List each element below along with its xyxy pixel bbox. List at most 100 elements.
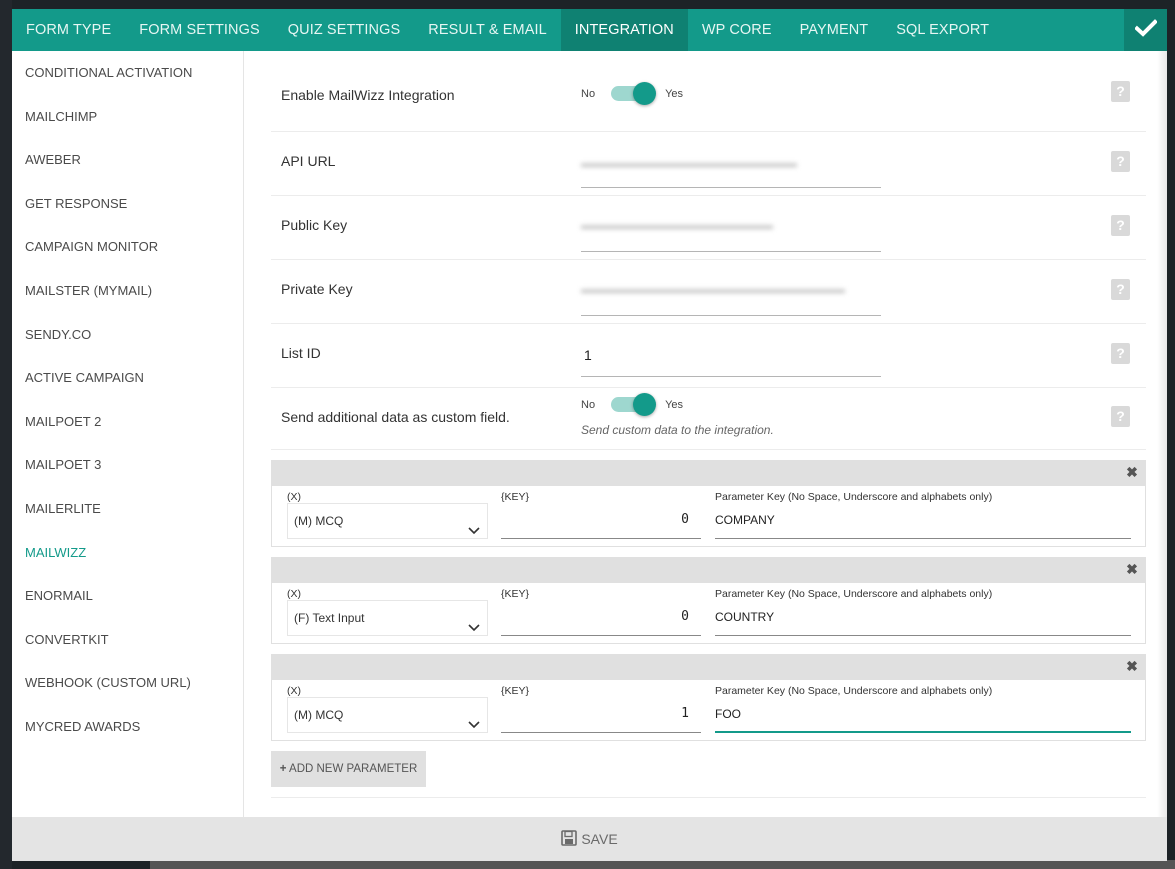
wp-admin-menu-strip — [0, 0, 12, 869]
question-select[interactable]: (M) MCQ — [287, 503, 488, 539]
wp-admin-footer-strip — [150, 860, 1175, 869]
scroll-shadow — [1157, 51, 1167, 817]
parameter-key-input[interactable]: FOO — [715, 697, 1131, 733]
public-key-input[interactable]: ▬▬▬▬▬▬▬▬▬▬▬▬▬▬▬▬ — [581, 216, 881, 252]
blurred-value: ▬▬▬▬▬▬▬▬▬▬▬▬▬▬▬▬▬▬▬▬▬▬ — [581, 282, 845, 296]
sidebar-item-mailwizz[interactable]: MAILWIZZ — [12, 531, 243, 575]
add-parameter-button[interactable]: + ADD NEW PARAMETER — [271, 751, 426, 787]
toggle-no-label: No — [581, 398, 596, 411]
chevron-down-icon — [468, 515, 480, 535]
parameter-fields: (X) {KEY} Parameter Key (No Space, Under… — [272, 486, 1145, 546]
key-label: {KEY} — [501, 685, 530, 697]
parameter-key-label: Parameter Key (No Space, Underscore and … — [715, 685, 993, 697]
integration-sidebar: CONDITIONAL ACTIVATION MAILCHIMP AWEBER GET… — [12, 51, 244, 817]
question-select-value: (M) MCQ — [294, 514, 344, 528]
floppy-disk-icon — [561, 829, 581, 849]
tab-form-type[interactable]: FORM TYPE — [12, 9, 125, 51]
tab-form-settings[interactable]: FORM SETTINGS — [125, 9, 274, 51]
help-icon[interactable]: ? — [1111, 279, 1130, 300]
parameter-block: ✖ (X) {KEY} Parameter Key (No Space, Und… — [271, 654, 1146, 741]
tab-wp-core[interactable]: WP CORE — [688, 9, 786, 51]
api-url-row: API URL ▬▬▬▬▬▬▬▬▬▬▬▬▬▬▬▬▬▬ ? — [271, 132, 1146, 196]
tab-bar: FORM TYPE FORM SETTINGS QUIZ SETTINGS RESUL… — [12, 9, 1167, 51]
chevron-down-icon — [468, 709, 480, 729]
public-key-label: Public Key — [281, 217, 348, 233]
parameter-key-input[interactable]: COUNTRY — [715, 600, 1131, 636]
toggle-track[interactable] — [611, 393, 657, 416]
close-icon[interactable]: ✖ — [1125, 658, 1139, 676]
tab-sql-export[interactable]: SQL EXPORT — [882, 9, 1003, 51]
private-key-label: Private Key — [281, 281, 353, 297]
tab-quiz-settings[interactable]: QUIZ SETTINGS — [274, 9, 414, 51]
private-key-row: Private Key ▬▬▬▬▬▬▬▬▬▬▬▬▬▬▬▬▬▬▬▬▬▬ ? — [271, 260, 1146, 324]
sidebar-item-mycred-awards[interactable]: MYCRED AWARDS — [12, 705, 243, 749]
parameter-fields: (X) {KEY} Parameter Key (No Space, Under… — [272, 583, 1145, 643]
api-url-input[interactable]: ▬▬▬▬▬▬▬▬▬▬▬▬▬▬▬▬▬▬ — [581, 154, 881, 188]
key-input[interactable]: 1 — [501, 697, 701, 733]
parameter-header: ✖ — [272, 655, 1145, 680]
key-input[interactable]: 0 — [501, 503, 701, 539]
custom-field-toggle[interactable]: No Yes — [581, 393, 684, 416]
parameter-header: ✖ — [272, 558, 1145, 583]
help-icon[interactable]: ? — [1111, 151, 1130, 172]
sidebar-item-webhook-custom-url[interactable]: WEBHOOK (CUSTOM URL) — [12, 661, 243, 705]
tabs: FORM TYPE FORM SETTINGS QUIZ SETTINGS RESUL… — [12, 9, 1003, 51]
parameter-key-input[interactable]: COMPANY — [715, 503, 1131, 539]
sidebar-item-mailster-mymail[interactable]: MAILSTER (MYMAIL) — [12, 269, 243, 313]
parameter-key-label: Parameter Key (No Space, Underscore and … — [715, 588, 993, 600]
help-icon[interactable]: ? — [1111, 81, 1130, 102]
toggle-track[interactable] — [611, 82, 657, 105]
enable-toggle[interactable]: No Yes — [581, 82, 684, 105]
custom-field-row: Send additional data as custom field. No… — [271, 388, 1146, 450]
list-id-label: List ID — [281, 345, 321, 361]
toggle-no-label: No — [581, 87, 596, 100]
help-icon[interactable]: ? — [1111, 406, 1130, 427]
help-icon[interactable]: ? — [1111, 215, 1130, 236]
parameter-key-label: Parameter Key (No Space, Underscore and … — [715, 491, 993, 503]
list-id-input[interactable]: 1 — [581, 344, 881, 377]
sidebar-item-sendy-co[interactable]: SENDY.CO — [12, 313, 243, 357]
toggle-knob[interactable] — [633, 82, 657, 105]
chevron-down-icon — [468, 612, 480, 632]
x-label: (X) — [287, 588, 301, 600]
sidebar-item-aweber[interactable]: AWEBER — [12, 138, 243, 182]
key-input[interactable]: 0 — [501, 600, 701, 636]
sidebar-item-enormail[interactable]: ENORMAIL — [12, 574, 243, 618]
save-button[interactable]: SAVE — [12, 817, 1167, 861]
question-select-value: (F) Text Input — [294, 611, 365, 625]
settings-modal: FORM TYPE FORM SETTINGS QUIZ SETTINGS RESUL… — [12, 9, 1167, 861]
sidebar-item-mailerlite[interactable]: MAILERLITE — [12, 487, 243, 531]
help-icon[interactable]: ? — [1111, 343, 1130, 364]
question-select[interactable]: (F) Text Input — [287, 600, 488, 636]
toggle-knob[interactable] — [633, 393, 657, 416]
sidebar-item-convertkit[interactable]: CONVERTKIT — [12, 618, 243, 662]
tab-result-email[interactable]: RESULT & EMAIL — [414, 9, 561, 51]
toggle-yes-label: Yes — [665, 87, 684, 100]
sidebar-item-active-campaign[interactable]: ACTIVE CAMPAIGN — [12, 356, 243, 400]
blurred-value: ▬▬▬▬▬▬▬▬▬▬▬▬▬▬▬▬▬▬ — [581, 156, 797, 170]
add-parameter-label: ADD NEW PARAMETER — [289, 763, 418, 775]
key-label: {KEY} — [501, 588, 530, 600]
toggle-yes-label: Yes — [665, 398, 684, 411]
confirm-button[interactable] — [1124, 9, 1167, 51]
sidebar-item-campaign-monitor[interactable]: CAMPAIGN MONITOR — [12, 225, 243, 269]
enable-label: Enable MailWizz Integration — [281, 87, 455, 103]
list-id-row: List ID 1 ? — [271, 324, 1146, 388]
question-select[interactable]: (M) MCQ — [287, 697, 488, 733]
sidebar-item-get-response[interactable]: GET RESPONSE — [12, 182, 243, 226]
sidebar-item-mailpoet-2[interactable]: MAILPOET 2 — [12, 400, 243, 444]
private-key-input[interactable]: ▬▬▬▬▬▬▬▬▬▬▬▬▬▬▬▬▬▬▬▬▬▬ — [581, 280, 881, 316]
save-label: SAVE — [581, 831, 618, 847]
x-label: (X) — [287, 491, 301, 503]
enable-row: Enable MailWizz Integration No Yes ? — [271, 51, 1146, 132]
tab-payment[interactable]: PAYMENT — [786, 9, 883, 51]
close-icon[interactable]: ✖ — [1125, 464, 1139, 482]
close-icon[interactable]: ✖ — [1125, 561, 1139, 579]
sidebar-item-conditional-activation[interactable]: CONDITIONAL ACTIVATION — [12, 51, 243, 95]
sidebar-item-mailchimp[interactable]: MAILCHIMP — [12, 95, 243, 139]
blurred-value: ▬▬▬▬▬▬▬▬▬▬▬▬▬▬▬▬ — [581, 218, 773, 232]
integration-content: Enable MailWizz Integration No Yes ? API… — [244, 51, 1167, 817]
tab-integration[interactable]: INTEGRATION — [560, 9, 688, 51]
plus-icon: + — [279, 763, 287, 775]
sidebar-item-mailpoet-3[interactable]: MAILPOET 3 — [12, 443, 243, 487]
